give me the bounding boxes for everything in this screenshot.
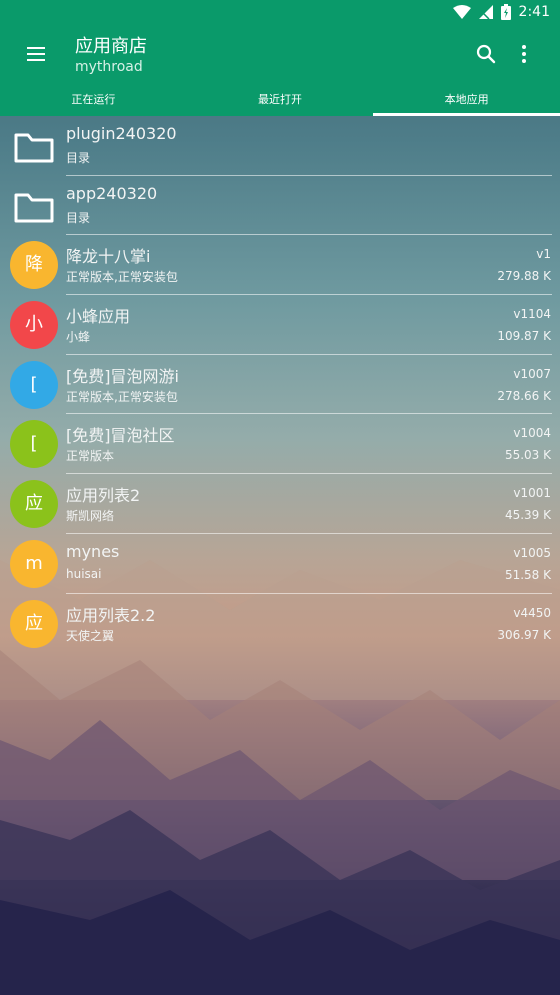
toolbar: 应用商店 mythroad — [0, 24, 560, 86]
folder-icon — [14, 133, 54, 163]
status-bar: 2:41 — [0, 0, 560, 24]
list-item[interactable]: 应 应用列表2.2 天使之翼 v4450 306.97 K — [0, 594, 560, 654]
menu-icon[interactable] — [24, 43, 50, 65]
item-version: v1001 — [513, 486, 551, 501]
item-name: [免费]冒泡网游i — [66, 366, 179, 386]
item-name: plugin240320 — [66, 124, 177, 143]
item-desc: 正常版本,正常安装包 — [66, 270, 178, 285]
battery-icon — [500, 4, 511, 20]
item-size: 45.39 K — [504, 508, 551, 523]
item-size: 278.66 K — [497, 388, 551, 403]
item-version: v1004 — [513, 426, 551, 441]
app-avatar: 应 — [10, 599, 58, 648]
item-desc: 正常版本 — [66, 449, 115, 464]
item-size: 306.97 K — [497, 627, 551, 642]
list-item[interactable]: m mynes huisai v1005 51.58 K — [0, 534, 560, 594]
app-list: plugin240320 目录 app240320 目录 降 降龙十八掌i 正常… — [0, 116, 560, 653]
more-options-icon[interactable] — [514, 42, 534, 66]
folder-icon — [14, 193, 54, 223]
tab-local-apps[interactable]: 本地应用 — [373, 86, 560, 116]
item-desc: 目录 — [66, 151, 91, 165]
item-size: 55.03 K — [504, 448, 551, 463]
item-desc: 正常版本,正常安装包 — [66, 389, 178, 404]
item-desc: 目录 — [66, 210, 91, 225]
item-name: 应用列表2 — [66, 486, 141, 506]
app-avatar: 降 — [10, 241, 58, 290]
app-avatar: [ — [10, 360, 58, 409]
list-item[interactable]: 应 应用列表2 斯凯网络 v1001 45.39 K — [0, 474, 560, 534]
page-title: 应用商店 — [75, 36, 147, 57]
item-name: app240320 — [66, 183, 158, 203]
item-desc: 天使之翼 — [66, 628, 115, 643]
item-name: 降龙十八掌i — [66, 247, 151, 267]
item-name: [免费]冒泡社区 — [66, 426, 175, 446]
list-item[interactable]: 小 小蜂应用 小蜂 v1104 109.87 K — [0, 295, 560, 355]
item-desc: 斯凯网络 — [66, 509, 115, 524]
item-name: 应用列表2.2 — [66, 605, 156, 625]
cell-signal-icon — [478, 5, 493, 19]
app-avatar: [ — [10, 420, 58, 469]
app-avatar: 应 — [10, 480, 58, 529]
item-size: 109.87 K — [497, 329, 551, 344]
page-subtitle: mythroad — [75, 59, 143, 75]
list-item[interactable]: app240320 目录 — [0, 176, 560, 236]
list-item[interactable]: 降 降龙十八掌i 正常版本,正常安装包 v1 279.88 K — [0, 235, 560, 296]
app-bar: 2:41 应用商店 mythroad 正在运行 最近打开 本地应用 — [0, 0, 560, 116]
item-name: mynes — [66, 541, 120, 561]
item-desc: 小蜂 — [66, 330, 91, 345]
item-version: v1 — [536, 247, 551, 262]
item-version: v1005 — [513, 545, 551, 560]
item-version: v1104 — [513, 307, 551, 322]
list-item[interactable]: [ [免费]冒泡网游i 正常版本,正常安装包 v1007 278.66 K — [0, 355, 560, 415]
wifi-icon — [452, 5, 471, 19]
app-avatar: m — [10, 539, 58, 588]
item-version: v1007 — [513, 366, 551, 381]
list-item[interactable]: plugin240320 目录 — [0, 116, 560, 176]
tab-running[interactable]: 正在运行 — [0, 86, 187, 116]
search-icon[interactable] — [474, 42, 498, 66]
status-icons: 2:41 — [452, 2, 550, 22]
item-size: 279.88 K — [497, 269, 551, 284]
clock: 2:41 — [518, 4, 550, 20]
tab-bar: 正在运行 最近打开 本地应用 — [0, 86, 560, 116]
item-name: 小蜂应用 — [66, 307, 131, 327]
list-item[interactable]: [ [免费]冒泡社区 正常版本 v1004 55.03 K — [0, 414, 560, 475]
item-version: v4450 — [513, 605, 551, 620]
tab-recent[interactable]: 最近打开 — [187, 86, 374, 116]
app-avatar: 小 — [10, 301, 58, 350]
item-desc: huisai — [66, 566, 102, 581]
item-size: 51.58 K — [504, 567, 551, 582]
